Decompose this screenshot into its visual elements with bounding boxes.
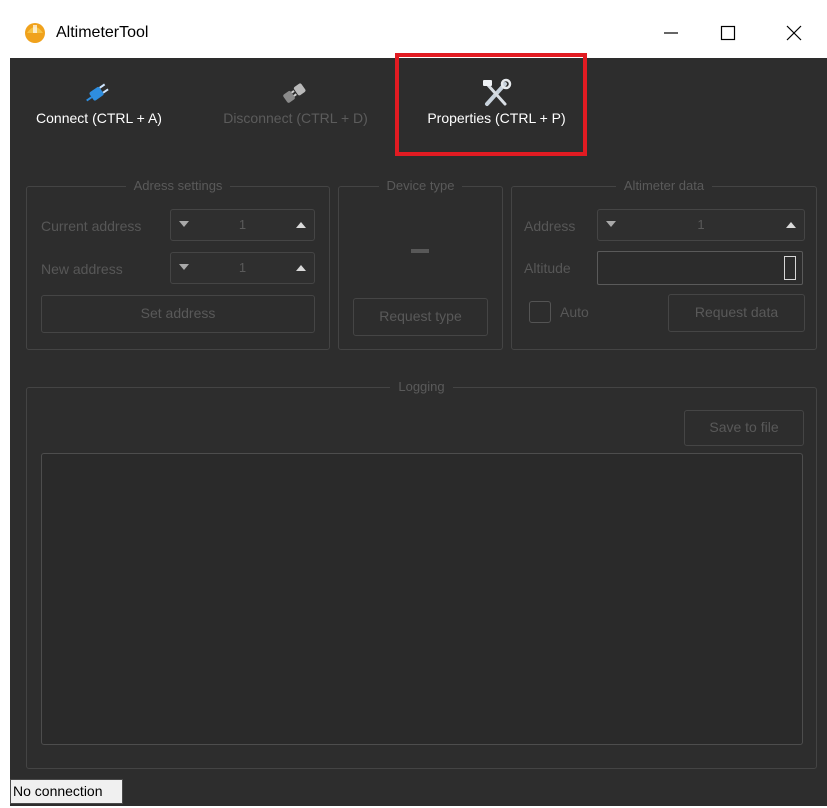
log-textarea[interactable] <box>41 453 803 745</box>
status-bar: No connection <box>10 779 123 804</box>
device-type-title: Device type <box>378 178 463 193</box>
maximize-icon <box>720 25 736 41</box>
highlight-box <box>395 53 587 156</box>
request-type-button[interactable]: Request type <box>353 298 488 336</box>
increment-arrow-icon[interactable] <box>296 222 306 228</box>
altimeter-address-label: Address <box>524 218 576 234</box>
close-button[interactable] <box>766 15 822 51</box>
altimeter-data-group: Altimeter data Address 1 Altitude Auto R… <box>511 178 817 350</box>
logging-group: Logging Save to file <box>26 379 817 769</box>
set-address-button[interactable]: Set address <box>41 295 315 333</box>
maximize-button[interactable] <box>700 15 756 51</box>
connect-button[interactable]: Connect (CTRL + A) <box>10 58 188 138</box>
current-address-label: Current address <box>41 218 142 234</box>
title-bar[interactable]: AltimeterTool <box>0 6 827 58</box>
disconnect-button[interactable]: Disconnect (CTRL + D) <box>203 58 388 138</box>
window-title: AltimeterTool <box>56 24 149 41</box>
logging-title: Logging <box>390 379 453 394</box>
altitude-field[interactable] <box>597 251 803 285</box>
address-settings-group: Adress settings Current address 1 New ad… <box>26 178 330 350</box>
current-address-value: 1 <box>238 217 247 232</box>
new-address-label: New address <box>41 261 123 277</box>
minimize-icon <box>664 32 678 34</box>
new-address-spinbox[interactable]: 1 <box>170 252 315 284</box>
main-window: Connect (CTRL + A) Disconnect (CTRL + D)… <box>10 53 827 806</box>
device-type-group: Device type Request type <box>338 178 503 350</box>
save-to-file-button[interactable]: Save to file <box>684 410 804 446</box>
close-icon <box>786 25 802 41</box>
altimeter-data-title: Altimeter data <box>615 178 713 193</box>
plug-connect-icon <box>86 83 109 102</box>
altimeter-address-value: 1 <box>697 217 705 232</box>
minimize-button[interactable] <box>643 15 699 51</box>
increment-arrow-icon[interactable] <box>296 265 306 271</box>
text-cursor-icon <box>784 256 796 280</box>
new-address-value: 1 <box>238 260 247 275</box>
auto-checkbox[interactable] <box>529 301 551 323</box>
current-address-spinbox[interactable]: 1 <box>170 209 315 241</box>
altitude-label: Altitude <box>524 260 571 276</box>
disconnect-label: Disconnect (CTRL + D) <box>223 110 368 126</box>
connect-label: Connect (CTRL + A) <box>36 110 162 126</box>
request-data-button[interactable]: Request data <box>668 294 805 332</box>
auto-label: Auto <box>560 304 589 320</box>
device-type-value <box>411 249 429 253</box>
altimeter-address-spinbox[interactable]: 1 <box>597 209 805 241</box>
increment-arrow-icon[interactable] <box>786 222 796 228</box>
address-settings-title: Adress settings <box>125 178 231 193</box>
plug-disconnect-icon <box>282 83 305 103</box>
app-logo-icon <box>25 23 45 43</box>
